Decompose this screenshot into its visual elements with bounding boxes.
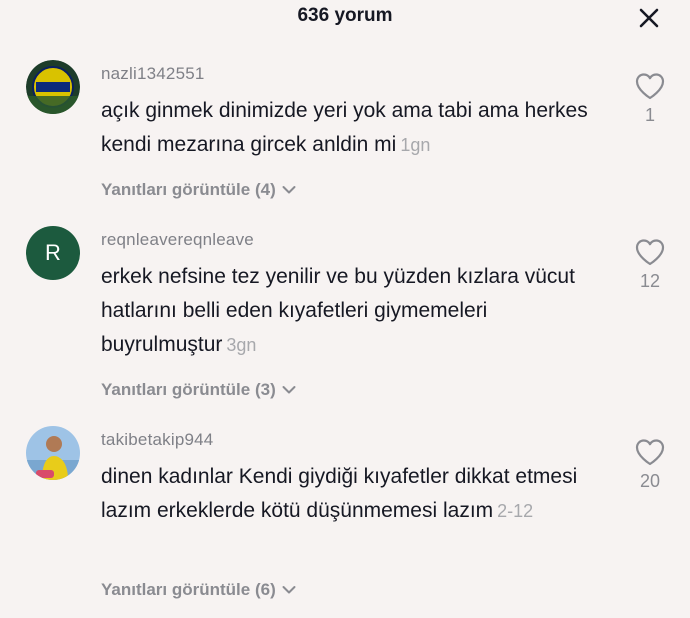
comment-time: 2-12 [497,501,534,521]
chevron-down-icon [282,186,296,194]
avatar[interactable] [26,60,80,114]
comment-text: erkek nefsine tez yenilir ve bu yüzden k… [101,260,601,362]
chevron-down-icon [282,386,296,394]
view-replies-button[interactable]: Yanıtları görüntüle (3) [101,380,296,400]
comment-text: dinen kadınlar Kendi giydiği kıyafetler … [101,460,601,528]
like-button[interactable]: 1 [630,71,670,126]
comment-body: erkek nefsine tez yenilir ve bu yüzden k… [101,265,575,356]
view-replies-button[interactable]: Yanıtları görüntüle (6) [101,580,296,600]
heart-icon [635,73,665,100]
close-icon[interactable] [636,5,662,31]
view-replies-label: Yanıtları görüntüle (3) [101,380,276,399]
like-count: 20 [639,471,661,491]
like-button[interactable]: 12 [630,237,670,292]
comment-username[interactable]: reqnleavereqnleave [101,230,254,250]
comment-count-title: 636 yorum [297,5,393,26]
like-count: 1 [644,105,655,125]
comment-username[interactable]: takibetakip944 [101,430,213,450]
comments-header: 636 yorum [0,0,690,34]
heart-icon [635,439,665,466]
view-replies-button[interactable]: Yanıtları görüntüle (4) [101,180,296,200]
chevron-down-icon [282,586,296,594]
comment-time: 3gn [226,335,257,355]
like-button[interactable]: 20 [630,437,670,492]
club-logo-icon [26,60,80,114]
view-replies-label: Yanıtları görüntüle (6) [101,580,276,599]
avatar[interactable] [26,426,80,480]
comment-username[interactable]: nazli1342551 [101,64,205,84]
heart-icon [635,239,665,266]
like-count: 12 [639,271,661,291]
comment-time: 1gn [400,135,431,155]
view-replies-label: Yanıtları görüntüle (4) [101,180,276,199]
avatar[interactable]: R [26,226,80,280]
avatar-letter: R [45,240,61,265]
comment-text: açık ginmek dinimizde yeri yok ama tabi … [101,94,601,162]
user-photo-icon [26,426,80,480]
comment-body: açık ginmek dinimizde yeri yok ama tabi … [101,99,588,156]
